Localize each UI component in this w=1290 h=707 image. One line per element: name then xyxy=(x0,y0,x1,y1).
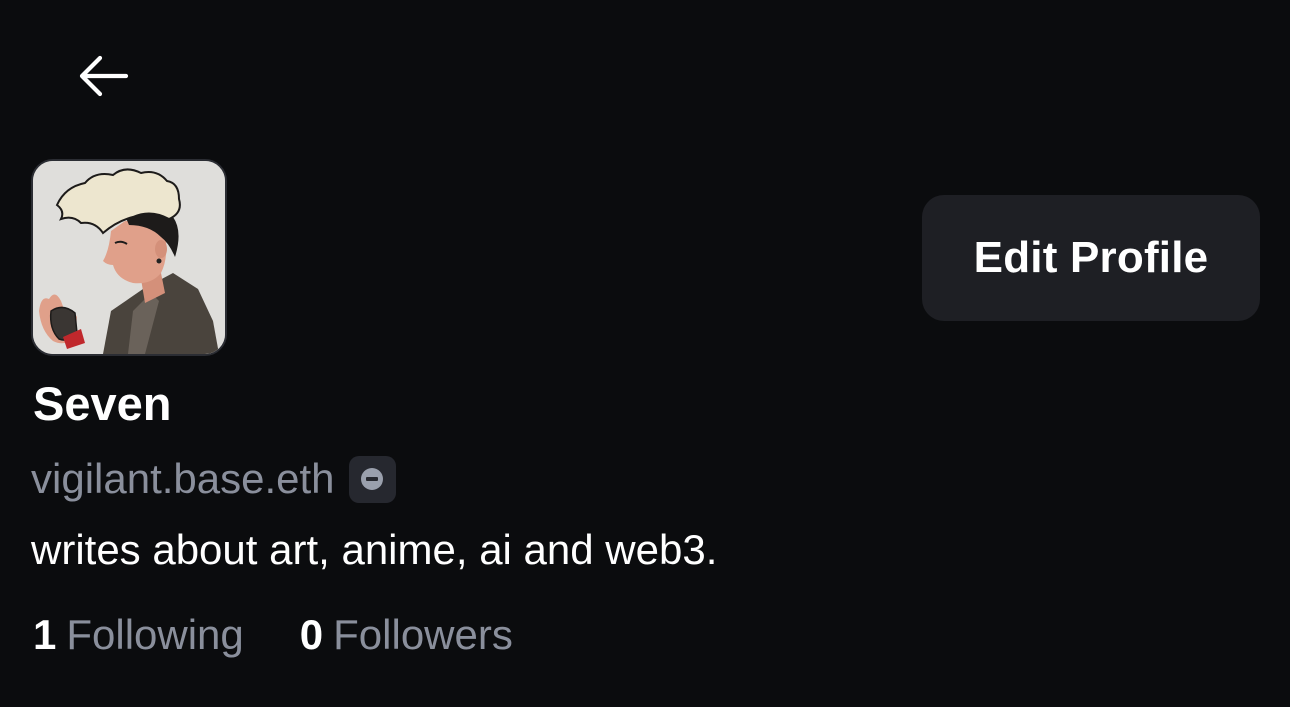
following-stat[interactable]: 1 Following xyxy=(33,606,244,664)
followers-count: 0 xyxy=(299,611,324,658)
display-name: Seven xyxy=(33,377,172,430)
following-label: Following xyxy=(66,611,244,658)
profile-stats: 1 Following 0 Followers xyxy=(33,606,513,664)
base-chain-icon xyxy=(348,455,396,503)
followers-stat[interactable]: 0 Followers xyxy=(300,606,513,664)
arrow-left-icon xyxy=(79,55,129,97)
edit-profile-button[interactable]: Edit Profile xyxy=(922,195,1260,321)
avatar[interactable] xyxy=(31,159,227,356)
handle: vigilant.base.eth xyxy=(31,455,335,502)
anime-portrait-avatar xyxy=(33,161,225,354)
following-count: 1 xyxy=(33,611,57,658)
bio: writes about art, anime, ai and web3. xyxy=(31,526,718,573)
followers-label: Followers xyxy=(333,611,513,658)
profile-page: Edit Profile Seven vigilant.base.eth wri… xyxy=(0,0,1290,707)
back-button[interactable] xyxy=(62,44,142,108)
handle-row: vigilant.base.eth xyxy=(31,452,396,506)
